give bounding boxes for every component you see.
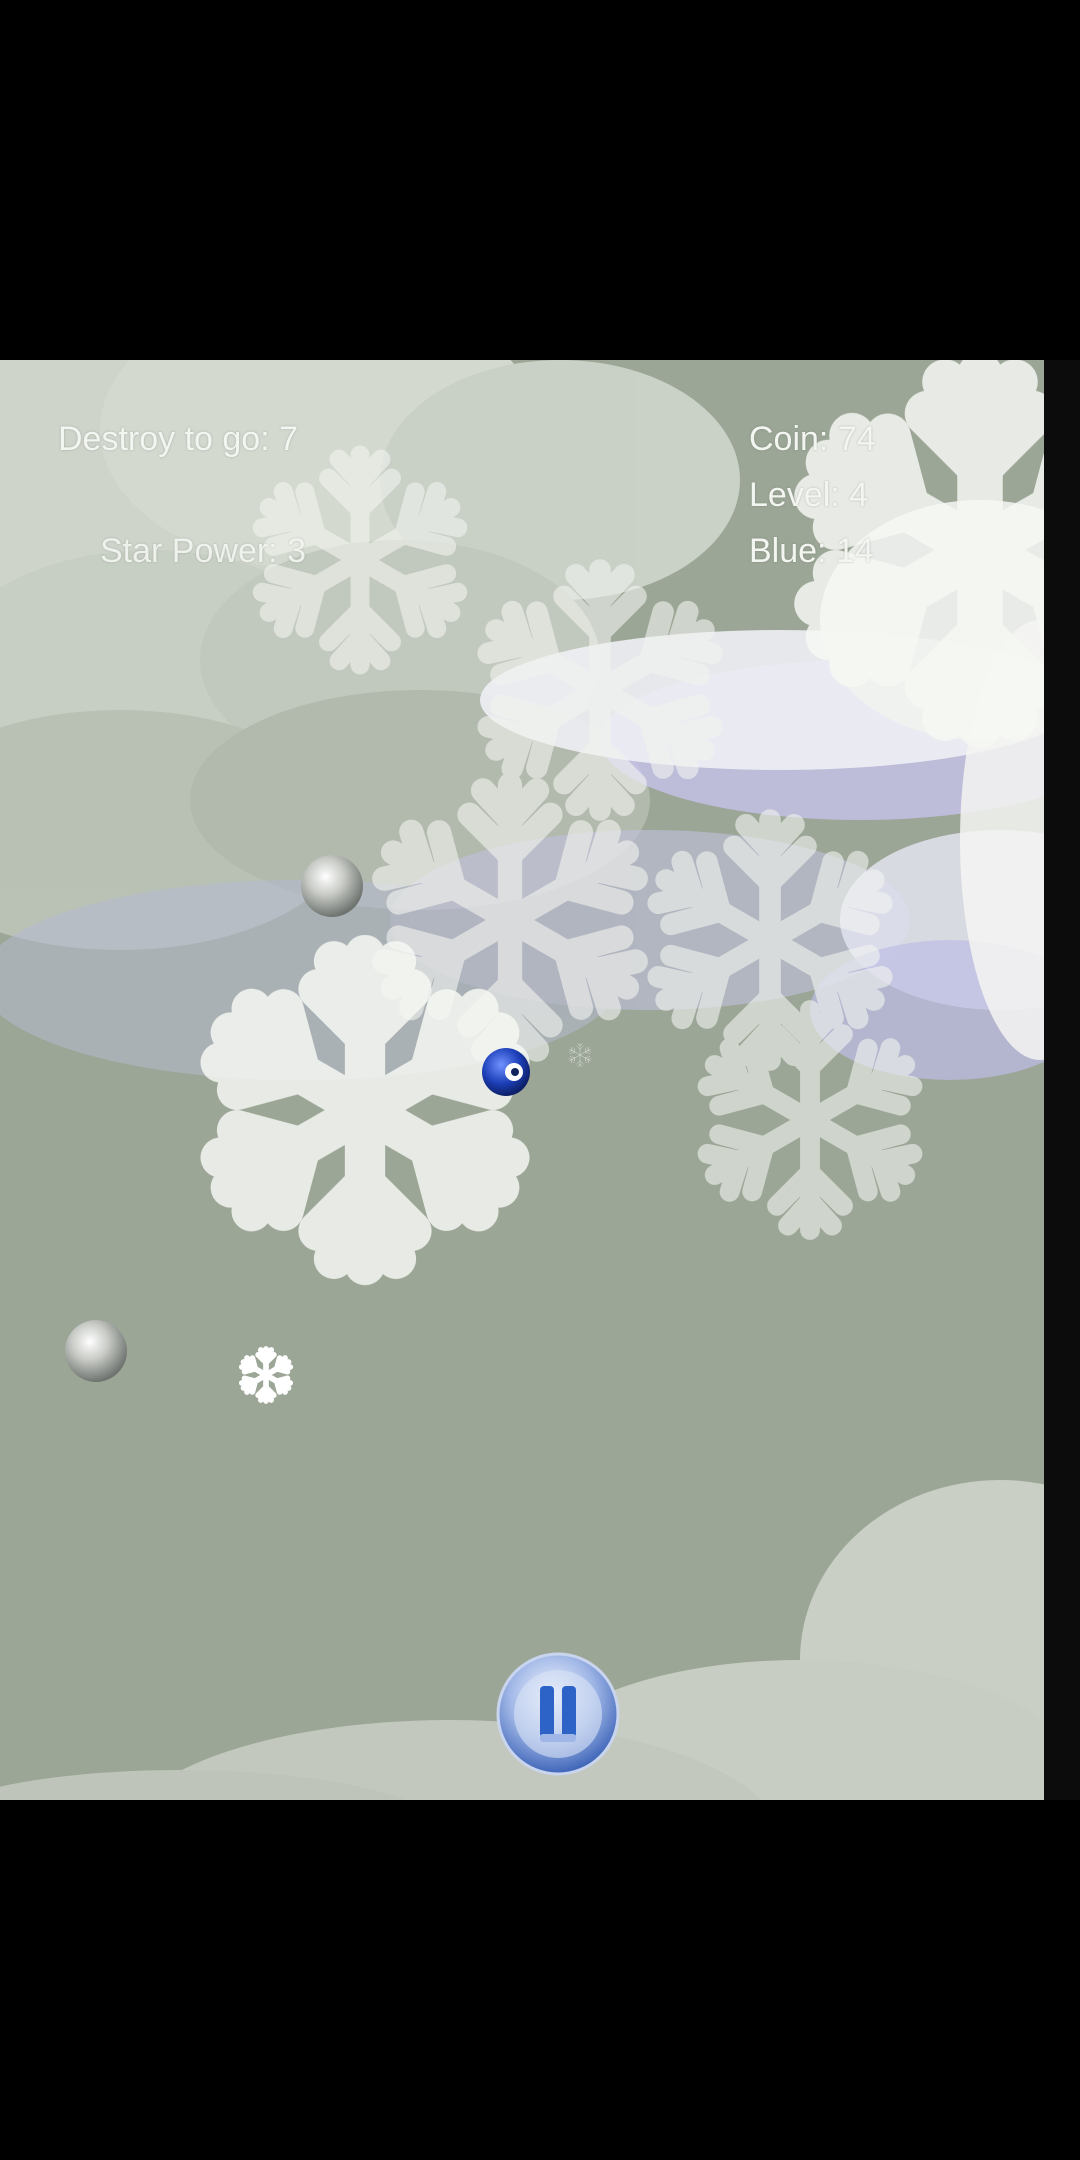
snowflake-icon[interactable] bbox=[240, 1349, 293, 1401]
player-ball[interactable] bbox=[482, 1048, 530, 1096]
snowflake-bg-5 bbox=[698, 1010, 922, 1230]
coin-label: Coin: 74 bbox=[749, 420, 876, 458]
pause-button[interactable] bbox=[496, 1652, 620, 1776]
snowflake-bg-large bbox=[208, 955, 523, 1265]
destroy-to-go-label: Destroy to go: 7 bbox=[58, 420, 299, 458]
blue-label: Blue: 14 bbox=[749, 532, 874, 570]
game-scene bbox=[0, 360, 1080, 1800]
screen-edge bbox=[1044, 360, 1080, 1800]
star-power-label: Star Power: 3 bbox=[100, 532, 306, 570]
level-label: Level: 4 bbox=[749, 476, 869, 514]
snowflake-particle bbox=[567, 1042, 593, 1068]
game-screen[interactable]: Destroy to go: 7 Star Power: 3 Coin: 74 … bbox=[0, 360, 1080, 1800]
grey-ball bbox=[301, 855, 363, 917]
grey-ball bbox=[65, 1320, 127, 1382]
pause-icon bbox=[496, 1652, 620, 1776]
